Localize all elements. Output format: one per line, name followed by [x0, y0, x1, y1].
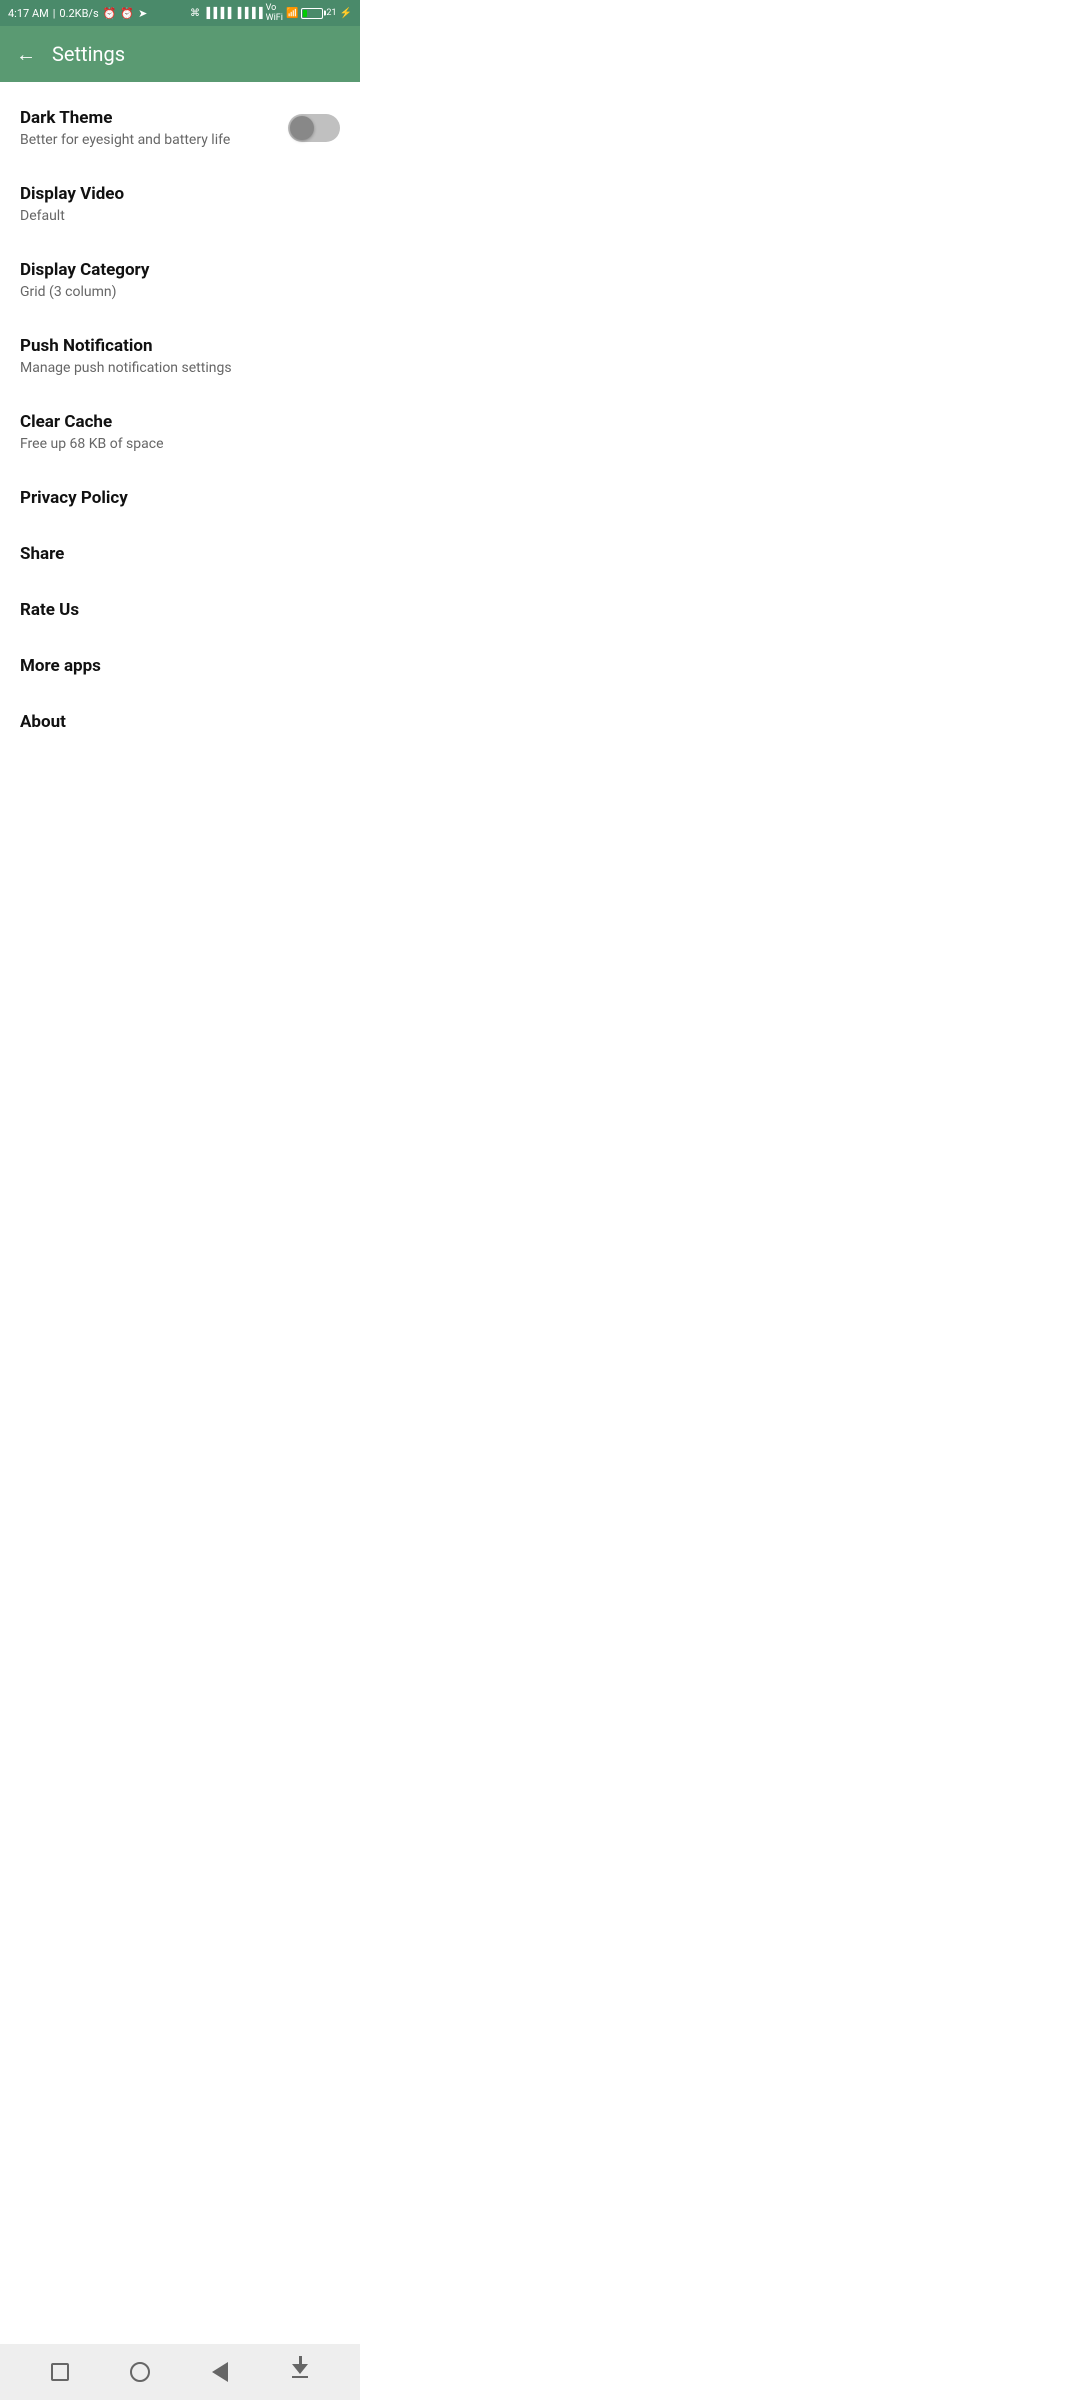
settings-item-rate-us[interactable]: Rate Us — [0, 582, 360, 638]
bluetooth-icon: ⌘ — [190, 8, 200, 19]
settings-item-display-video[interactable]: Display Video Default — [0, 166, 360, 242]
push-notification-subtitle: Manage push notification settings — [20, 360, 340, 376]
rate-us-content: Rate Us — [20, 600, 340, 620]
nav-back-button[interactable] — [200, 2352, 240, 2392]
battery-fill — [303, 10, 307, 17]
alarm-icon: ⏰ — [103, 7, 117, 20]
status-speed: 0.2KB/s — [59, 7, 98, 20]
charging-icon: ⚡ — [340, 8, 352, 19]
nav-bar — [0, 2344, 360, 2400]
status-left: 4:17 AM | 0.2KB/s ⏰ ⏰ ➤ — [8, 7, 147, 20]
status-bar: 4:17 AM | 0.2KB/s ⏰ ⏰ ➤ ⌘ ▐▐▐▐ ▐▐▐▐ VoWi… — [0, 0, 360, 26]
page-title: Settings — [52, 42, 125, 66]
nav-home-button[interactable] — [120, 2352, 160, 2392]
settings-item-push-notification[interactable]: Push Notification Manage push notificati… — [0, 318, 360, 394]
settings-item-clear-cache[interactable]: Clear Cache Free up 68 KB of space — [0, 394, 360, 470]
display-video-subtitle: Default — [20, 208, 340, 224]
back-icon — [212, 2362, 228, 2382]
dark-theme-content: Dark Theme Better for eyesight and batte… — [20, 108, 288, 148]
wifi-icon: 📶 — [286, 8, 298, 19]
display-category-content: Display Category Grid (3 column) — [20, 260, 340, 300]
settings-item-privacy-policy[interactable]: Privacy Policy — [0, 470, 360, 526]
about-title: About — [20, 712, 340, 732]
clear-cache-subtitle: Free up 68 KB of space — [20, 436, 340, 452]
download-icon — [292, 2366, 308, 2378]
clear-cache-title: Clear Cache — [20, 412, 340, 432]
status-time: 4:17 AM — [8, 7, 49, 20]
download-base — [292, 2376, 308, 2378]
display-video-title: Display Video — [20, 184, 340, 204]
push-notification-content: Push Notification Manage push notificati… — [20, 336, 340, 376]
vowifi-icon: VoWiFi — [266, 3, 283, 23]
settings-list: Dark Theme Better for eyesight and batte… — [0, 82, 360, 758]
toggle-knob — [290, 116, 314, 140]
signal2-icon: ▐▐▐▐ — [234, 8, 262, 19]
settings-item-dark-theme[interactable]: Dark Theme Better for eyesight and batte… — [0, 90, 360, 166]
privacy-policy-content: Privacy Policy — [20, 488, 340, 508]
settings-content: Dark Theme Better for eyesight and batte… — [0, 82, 360, 814]
more-apps-title: More apps — [20, 656, 340, 676]
rate-us-title: Rate Us — [20, 600, 340, 620]
battery-level: 21 — [326, 8, 336, 18]
location-icon: ➤ — [138, 7, 147, 20]
download-stem — [299, 2356, 302, 2364]
download-arrow — [292, 2364, 308, 2374]
alarm2-icon: ⏰ — [120, 7, 134, 20]
dark-theme-toggle[interactable] — [288, 114, 340, 142]
display-video-content: Display Video Default — [20, 184, 340, 224]
clear-cache-content: Clear Cache Free up 68 KB of space — [20, 412, 340, 452]
status-right: ⌘ ▐▐▐▐ ▐▐▐▐ VoWiFi 📶 21 ⚡ — [190, 3, 352, 23]
about-content: About — [20, 712, 340, 732]
display-category-title: Display Category — [20, 260, 340, 280]
share-title: Share — [20, 544, 340, 564]
settings-item-about[interactable]: About — [0, 694, 360, 750]
home-icon — [130, 2362, 150, 2382]
share-content: Share — [20, 544, 340, 564]
settings-item-display-category[interactable]: Display Category Grid (3 column) — [0, 242, 360, 318]
push-notification-title: Push Notification — [20, 336, 340, 356]
nav-download-button[interactable] — [280, 2352, 320, 2392]
signal1-icon: ▐▐▐▐ — [203, 8, 231, 19]
display-category-subtitle: Grid (3 column) — [20, 284, 340, 300]
dark-theme-subtitle: Better for eyesight and battery life — [20, 132, 288, 148]
settings-item-share[interactable]: Share — [0, 526, 360, 582]
back-button[interactable]: ← — [16, 42, 36, 67]
more-apps-content: More apps — [20, 656, 340, 676]
dark-theme-title: Dark Theme — [20, 108, 288, 128]
status-separator: | — [53, 7, 56, 20]
privacy-policy-title: Privacy Policy — [20, 488, 340, 508]
recents-icon — [51, 2363, 69, 2381]
nav-recents-button[interactable] — [40, 2352, 80, 2392]
app-bar: ← Settings — [0, 26, 360, 82]
settings-item-more-apps[interactable]: More apps — [0, 638, 360, 694]
battery-icon — [301, 8, 323, 19]
